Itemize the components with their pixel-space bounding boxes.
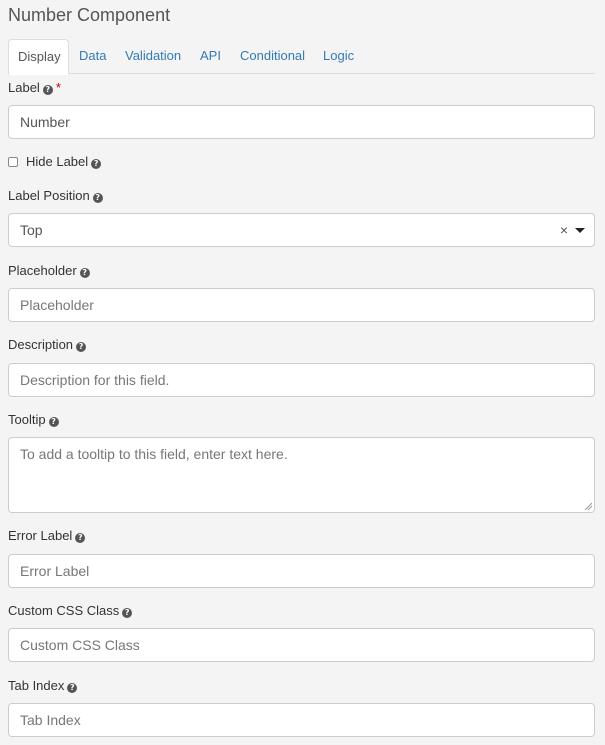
description-label: Description? bbox=[8, 337, 87, 353]
tab-index-input[interactable]: Tab Index bbox=[8, 703, 595, 737]
page-title: Number Component bbox=[8, 5, 171, 25]
tab-api[interactable]: API bbox=[191, 39, 230, 74]
tab-bar: Display Data Validation API Conditional … bbox=[8, 39, 595, 75]
help-icon[interactable]: ? bbox=[91, 159, 102, 169]
tab-conditional[interactable]: Conditional bbox=[231, 39, 314, 74]
label-position-label: Label Position? bbox=[8, 188, 103, 204]
tab-data[interactable]: Data bbox=[70, 39, 115, 74]
help-icon[interactable]: ? bbox=[92, 193, 103, 203]
custom-css-class-label: Custom CSS Class? bbox=[8, 603, 133, 619]
help-icon[interactable]: ? bbox=[67, 683, 78, 693]
help-icon[interactable]: ? bbox=[48, 417, 59, 427]
label-input[interactable]: Number bbox=[8, 105, 595, 139]
caret-down-icon[interactable] bbox=[575, 228, 585, 233]
label-position-selected-value: Top bbox=[20, 222, 43, 238]
label-position-select[interactable]: Top × bbox=[8, 213, 595, 247]
error-label-input[interactable]: Error Label bbox=[8, 554, 595, 588]
resize-handle-icon[interactable] bbox=[584, 502, 592, 510]
help-icon[interactable]: ? bbox=[42, 85, 53, 95]
label-field-label-text: Label bbox=[8, 80, 40, 95]
description-input[interactable]: Description for this field. bbox=[8, 363, 595, 397]
tab-index-label: Tab Index? bbox=[8, 678, 78, 694]
hide-label-checkbox-label[interactable]: Hide Label? bbox=[26, 154, 102, 170]
help-icon[interactable]: ? bbox=[122, 608, 133, 618]
tab-logic[interactable]: Logic bbox=[314, 39, 363, 74]
hide-label-checkbox[interactable] bbox=[8, 157, 18, 167]
clear-icon[interactable]: × bbox=[560, 214, 568, 246]
help-icon[interactable]: ? bbox=[75, 533, 86, 543]
tooltip-label: Tooltip? bbox=[8, 412, 59, 428]
tab-validation[interactable]: Validation bbox=[116, 39, 190, 74]
tooltip-textarea[interactable]: To add a tooltip to this field, enter te… bbox=[8, 437, 595, 513]
required-marker: * bbox=[55, 80, 61, 95]
tooltip-placeholder: To add a tooltip to this field, enter te… bbox=[20, 446, 288, 462]
placeholder-input[interactable]: Placeholder bbox=[8, 288, 595, 322]
custom-css-class-input[interactable]: Custom CSS Class bbox=[8, 628, 595, 662]
tab-display[interactable]: Display bbox=[8, 39, 69, 75]
error-label-label: Error Label? bbox=[8, 528, 86, 544]
component-settings-panel: Number Component Display Data Validation… bbox=[0, 0, 605, 745]
placeholder-label: Placeholder? bbox=[8, 263, 90, 279]
label-field-label: Label? * bbox=[8, 80, 61, 96]
help-icon[interactable]: ? bbox=[76, 342, 87, 352]
help-icon[interactable]: ? bbox=[79, 268, 90, 278]
